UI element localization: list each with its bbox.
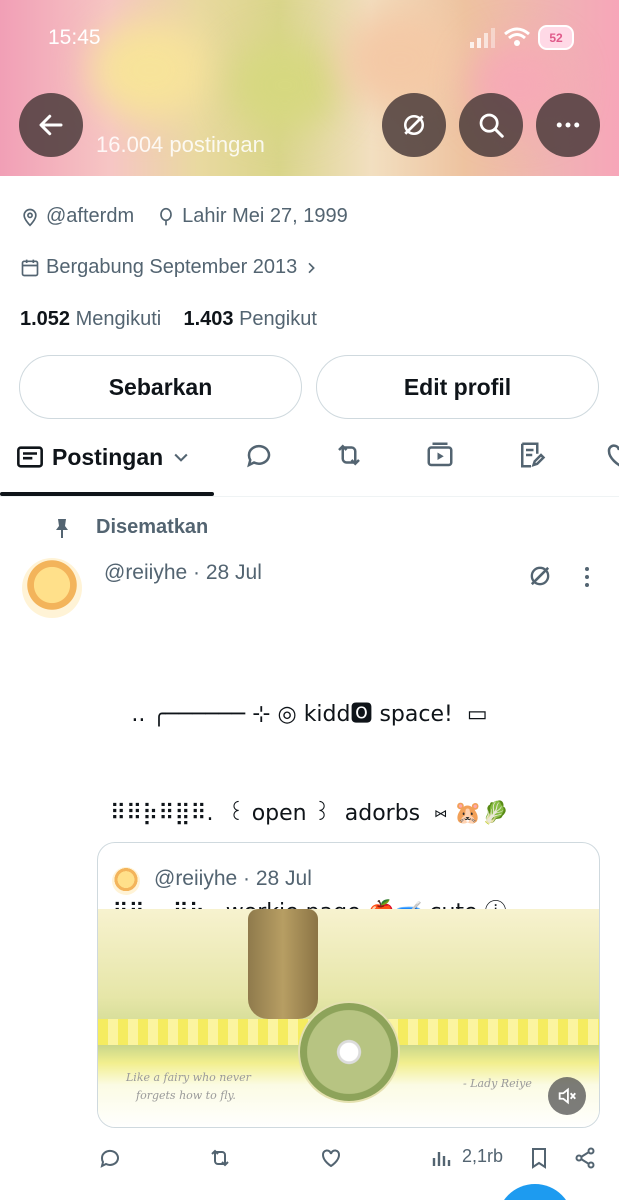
- quote-handle-date: @reiiyhe · 28 Jul: [154, 867, 312, 890]
- joined-text: Bergabung September 2013: [46, 256, 298, 278]
- media-caption-left: Like a fairy who never forgets how to fl…: [126, 1069, 251, 1105]
- location-pin-icon: [23, 208, 37, 227]
- quoted-post-card[interactable]: @reiiyhe · 28 Jul Like a fairy who never…: [97, 842, 600, 1128]
- tab-posts[interactable]: Postingan: [16, 443, 199, 471]
- post-count: 16.004 postingan: [96, 132, 265, 157]
- tab-posts-label: Postingan: [52, 443, 164, 470]
- pinned-indicator: Disematkan: [52, 516, 208, 539]
- back-button[interactable]: [19, 93, 83, 157]
- reply-icon[interactable]: [98, 1146, 122, 1170]
- tab-media[interactable]: [425, 440, 455, 470]
- post-more-icon[interactable]: [584, 566, 590, 588]
- quote-avatar: [112, 867, 140, 895]
- post-avatar[interactable]: [22, 558, 82, 618]
- views-icon[interactable]: [430, 1146, 454, 1170]
- wifi-icon: [504, 27, 530, 46]
- tab-replies[interactable]: [244, 440, 274, 470]
- pin-icon: [56, 518, 68, 538]
- calendar-icon: [21, 259, 39, 276]
- balloon-icon: [160, 207, 172, 225]
- post-handle-date[interactable]: @reiiyhe · 28 Jul: [104, 561, 262, 585]
- grok-button[interactable]: [382, 93, 446, 157]
- bookmark-icon[interactable]: [527, 1146, 551, 1170]
- edit-profile-button[interactable]: Edit profil: [316, 355, 599, 419]
- share-button[interactable]: Sebarkan: [19, 355, 302, 419]
- pinned-label: Disematkan: [96, 516, 209, 538]
- post-text-line: .. ╭────── ⊹ ◎ kidd🅾 space! ▭: [131, 702, 488, 727]
- follow-stats: 1.052 Mengikuti 1.403 Pengikut: [20, 308, 317, 331]
- forest-tree-image: [248, 909, 318, 1019]
- grok-icon[interactable]: [526, 562, 554, 590]
- tab-reposts[interactable]: [334, 440, 364, 470]
- share-icon[interactable]: [573, 1146, 597, 1170]
- views-count: 2,1rb: [462, 1146, 504, 1166]
- joined-row[interactable]: Bergabung September 2013: [20, 256, 325, 279]
- quote-media[interactable]: Like a fairy who never forgets how to fl…: [98, 909, 599, 1127]
- birthday-text: Lahir Mei 27, 1999: [182, 205, 348, 227]
- status-time: 15:45: [48, 26, 101, 49]
- following-count: 1.052: [20, 308, 71, 330]
- media-caption-right: - Lady Reiye: [463, 1077, 532, 1090]
- followers-link[interactable]: 1.403 Pengikut: [183, 308, 316, 330]
- followers-count: 1.403: [183, 308, 234, 330]
- followers-label: Pengikut: [239, 308, 317, 330]
- compose-fab[interactable]: [497, 1184, 573, 1200]
- posts-tab-icon: [17, 446, 43, 468]
- chevron-down-icon: [174, 453, 188, 462]
- caption-line: forgets how to fly.: [136, 1089, 236, 1102]
- grok-icon: [404, 115, 424, 135]
- battery-indicator: 52: [538, 25, 574, 50]
- location-text: @afterdm: [46, 205, 135, 227]
- tab-likes[interactable]: [604, 440, 619, 470]
- caption-line: Like a fairy who never: [126, 1071, 251, 1084]
- arrow-left-icon: [39, 114, 63, 136]
- more-options-button[interactable]: [536, 93, 600, 157]
- more-horizontal-icon: [556, 122, 580, 128]
- mute-button[interactable]: [548, 1077, 586, 1115]
- following-link[interactable]: 1.052 Mengikuti: [20, 308, 161, 330]
- status-bar: 15:45 52: [0, 0, 619, 72]
- repost-icon[interactable]: [208, 1146, 232, 1170]
- speaker-muted-icon: [558, 1087, 576, 1105]
- active-tab-indicator: [0, 492, 214, 496]
- search-icon: [479, 113, 504, 138]
- location-row: @afterdm Lahir Mei 27, 1999: [20, 205, 348, 228]
- following-label: Mengikuti: [75, 308, 162, 330]
- like-icon[interactable]: [319, 1146, 343, 1170]
- signal-icon: [470, 28, 495, 48]
- cd-disc-image: [298, 1001, 400, 1103]
- chevron-right-icon: [308, 262, 316, 273]
- post-text-line: ⠿⠿⡷⠿⣿⠿. ꒰ open ꒱ adorbs ⑅ 🐹🥬: [109, 801, 510, 826]
- search-button[interactable]: [459, 93, 523, 157]
- tab-articles[interactable]: [516, 440, 546, 470]
